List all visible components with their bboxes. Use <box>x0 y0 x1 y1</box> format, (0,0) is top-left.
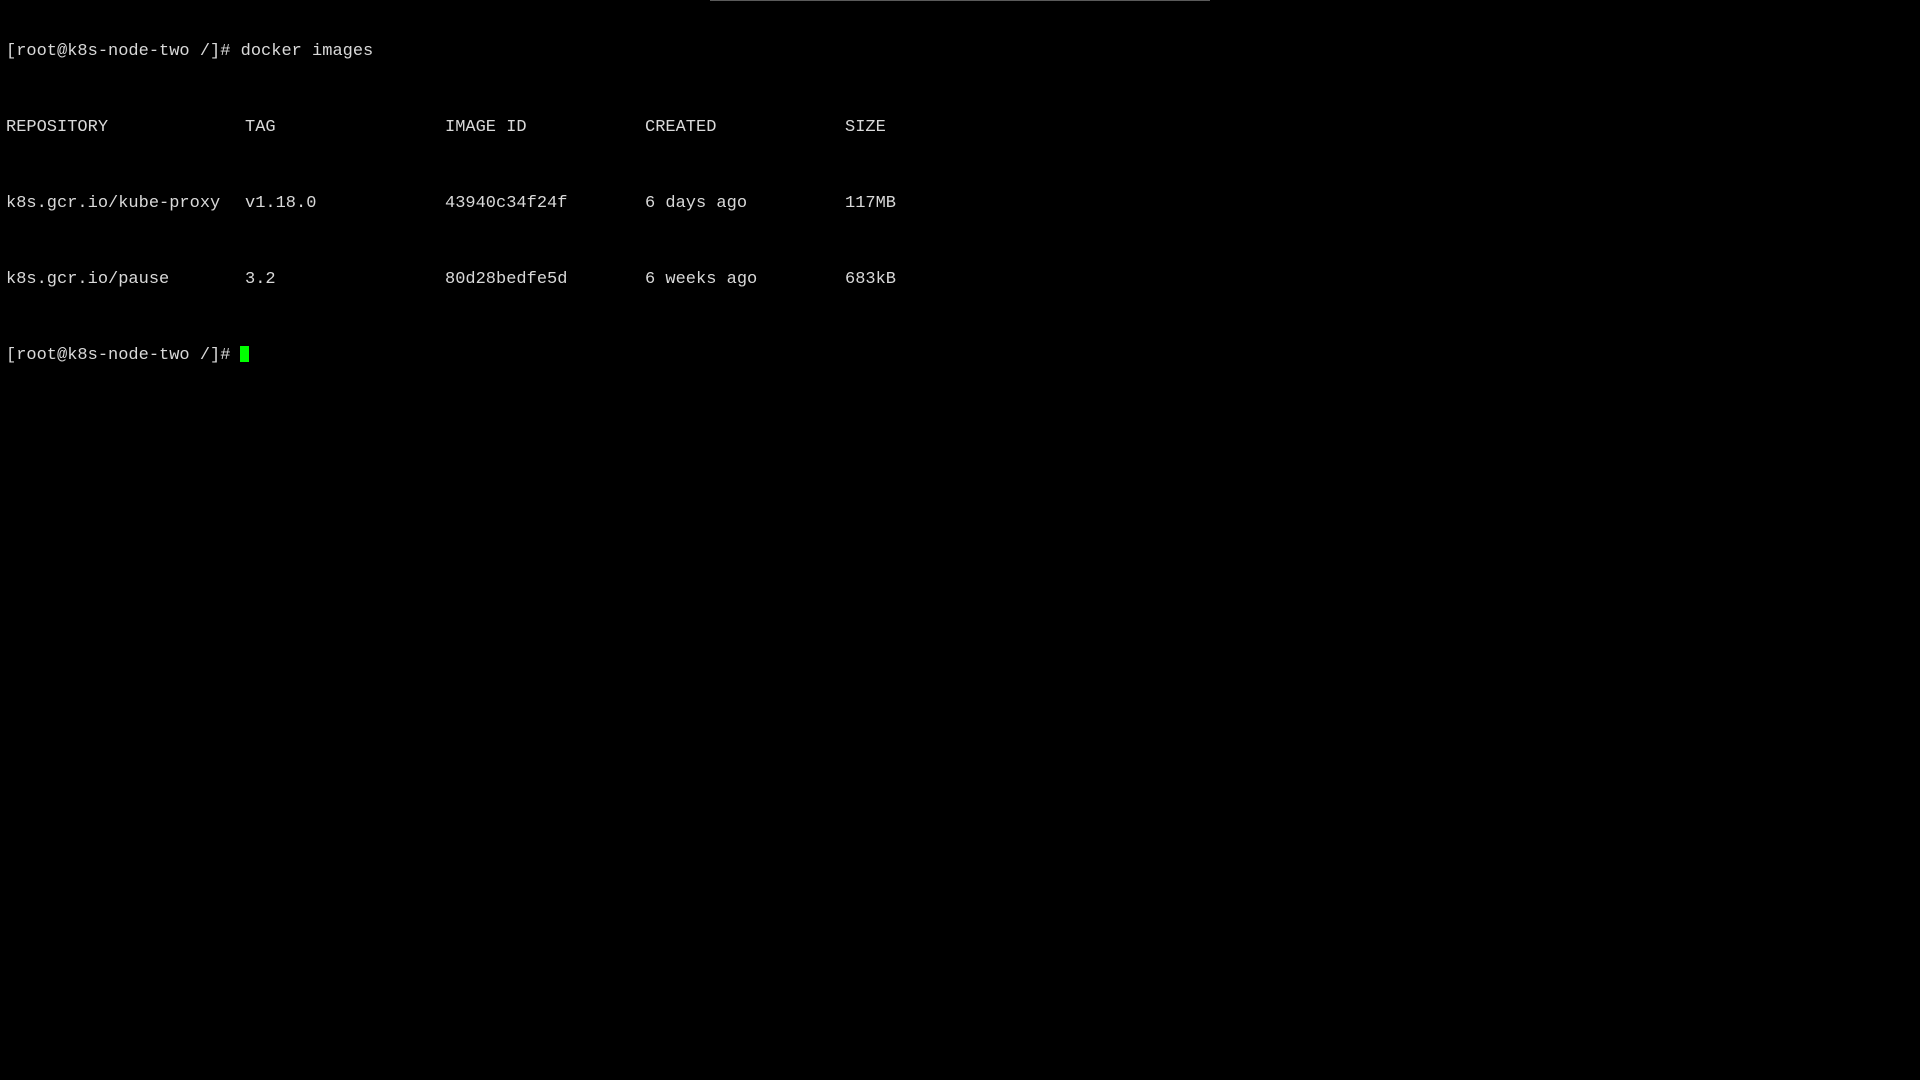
cell-created: 6 days ago <box>645 194 748 213</box>
current-prompt-text: [root@k8s-node-two /]# <box>6 346 231 365</box>
header-size: SIZE <box>845 118 886 137</box>
header-tag: TAG <box>245 118 276 137</box>
window-top-edge <box>710 0 1210 1</box>
header-created: CREATED <box>645 118 717 137</box>
cell-image-id: 80d28bedfe5d <box>445 270 568 289</box>
cell-image-id: 43940c34f24f <box>445 194 568 213</box>
current-prompt-line[interactable]: [root@k8s-node-two /]# <box>6 346 965 365</box>
text-cursor <box>240 346 250 362</box>
cell-tag: v1.18.0 <box>245 194 317 213</box>
table-header-row: REPOSITORY TAG IMAGE ID CREATED SIZE <box>6 118 965 137</box>
cell-repository: k8s.gcr.io/kube-proxy <box>6 194 221 213</box>
table-row: k8s.gcr.io/pause 3.2 80d28bedfe5d 6 weeks a… <box>6 270 965 289</box>
cell-size: 117MB <box>845 194 897 213</box>
command-line: [root@k8s-node-two /]# docker images <box>6 42 965 61</box>
cell-size: 683kB <box>845 270 897 289</box>
prompt-text: [root@k8s-node-two /]# <box>6 42 231 61</box>
cell-tag: 3.2 <box>245 270 276 289</box>
terminal-screen[interactable]: [root@k8s-node-two /]# docker images REP… <box>6 4 965 403</box>
header-image-id: IMAGE ID <box>445 118 527 137</box>
cell-created: 6 weeks ago <box>645 270 758 289</box>
command-text: docker images <box>240 42 374 61</box>
cell-repository: k8s.gcr.io/pause <box>6 270 170 289</box>
terminal-window[interactable]: [root@k8s-node-two /]# docker images REP… <box>0 0 1920 1080</box>
header-repository: REPOSITORY <box>6 118 109 137</box>
table-row: k8s.gcr.io/kube-proxy v1.18.0 43940c34f24f… <box>6 194 965 213</box>
